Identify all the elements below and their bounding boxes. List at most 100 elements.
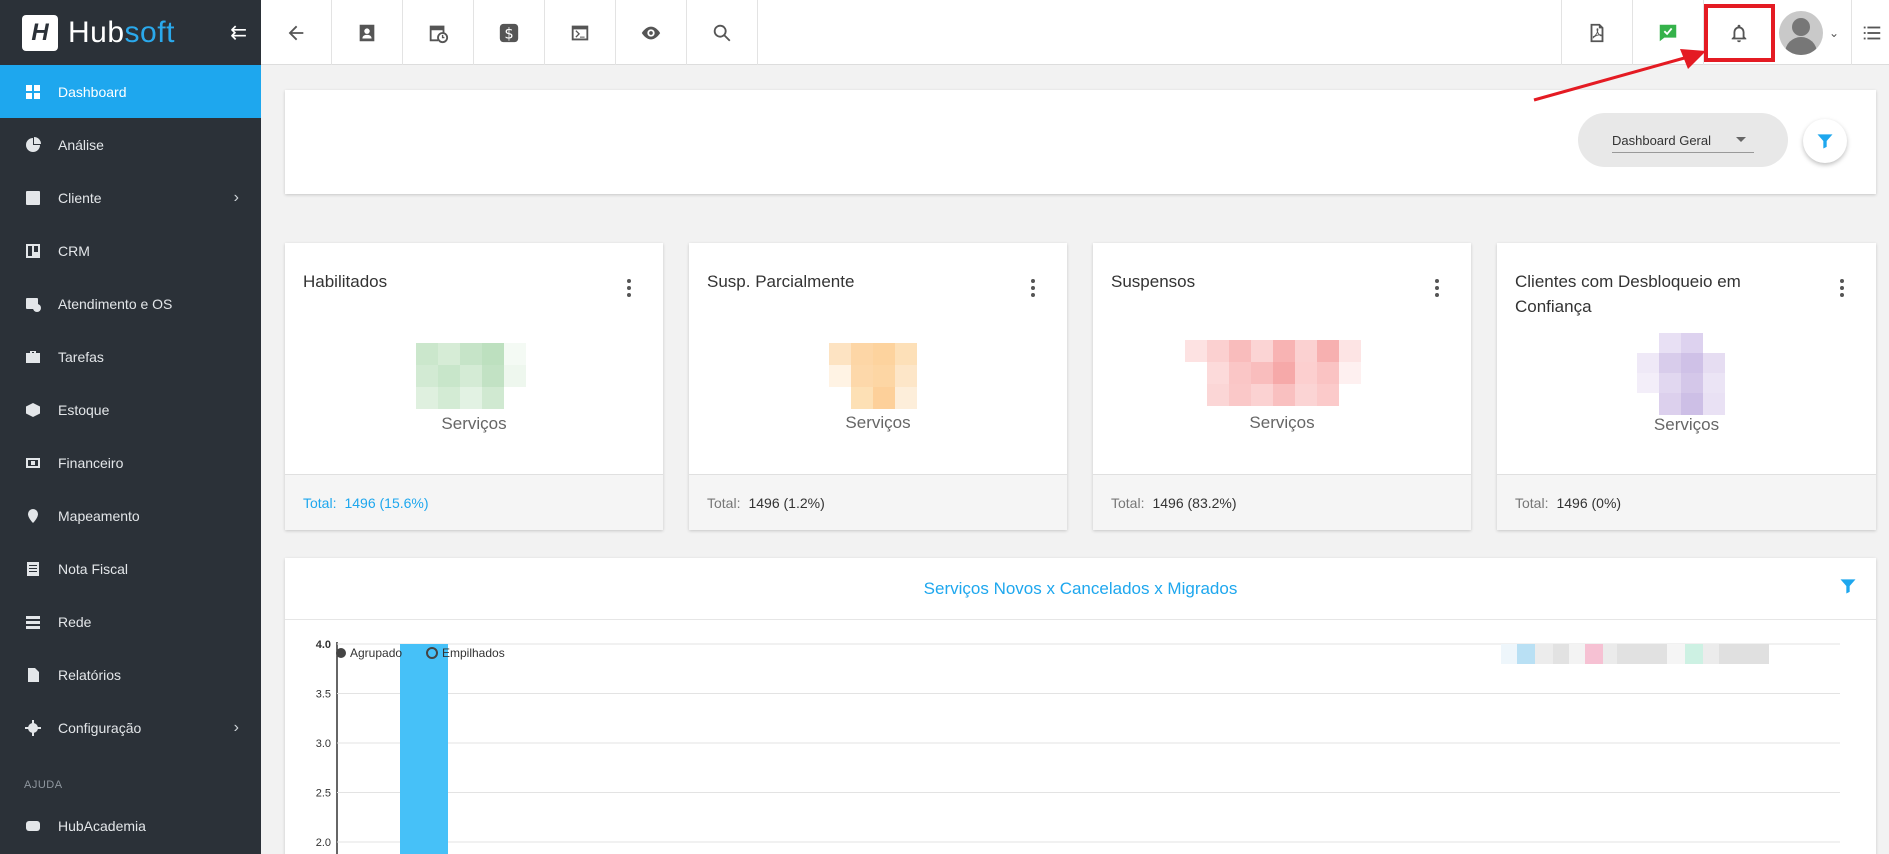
y-tick-label: 3.0	[316, 738, 331, 750]
eye-icon	[641, 26, 661, 39]
chart-filter-button[interactable]	[1838, 576, 1858, 601]
hubsoft-logo-icon[interactable]: H	[22, 14, 58, 51]
dashboard-icon	[24, 83, 42, 101]
sidebar-item-atendimento[interactable]: Atendimento e OS	[0, 277, 261, 330]
logo-bar: H Hubsoft ⇇	[0, 0, 261, 65]
pie-chart-icon	[24, 136, 42, 154]
filter-button[interactable]	[1803, 119, 1847, 163]
more-vert-icon[interactable]	[1840, 279, 1844, 297]
sidebar-item-configuracao[interactable]: Configuração ›	[0, 701, 261, 754]
dashboard-select-value: Dashboard Geral	[1612, 132, 1711, 148]
user-menu[interactable]: ⌄	[1779, 5, 1849, 60]
toggle-grouped-label: Agrupado	[350, 646, 402, 660]
y-tick-label: 2.5	[316, 788, 331, 800]
chart-panel: Serviços Novos x Cancelados x Migrados 4…	[285, 558, 1876, 854]
radio-grouped-icon[interactable]	[336, 648, 346, 658]
brand-name: Hubsoft	[68, 16, 175, 50]
annotation-highlight-box	[1704, 4, 1775, 62]
sidebar-item-label: Tarefas	[58, 348, 104, 365]
caret-down-icon	[1736, 137, 1746, 142]
sidebar-item-estoque[interactable]: Estoque	[0, 383, 261, 436]
sidebar-item-label: Mapeamento	[58, 507, 140, 524]
blurred-count-image	[1637, 333, 1725, 415]
card-footer: Total: 1496 (83.2%)	[1093, 474, 1471, 530]
sidebar-item-label: Dashboard	[58, 83, 127, 100]
card-title: Clientes com Desbloqueio em Confiança	[1515, 272, 1741, 316]
svg-text:$: $	[504, 25, 513, 42]
dollar-icon: $	[499, 23, 519, 42]
sidebar-item-financeiro[interactable]: Financeiro	[0, 436, 261, 489]
card-footer: Total: 1496 (0%)	[1497, 474, 1876, 530]
sidebar-item-rede[interactable]: Rede	[0, 595, 261, 648]
card-footer: Total: 1496 (15.6%)	[285, 474, 663, 530]
sidebar-item-label: Relatórios	[58, 666, 122, 683]
chevron-down-icon: ⌄	[1829, 25, 1840, 40]
card-subtitle: Serviços	[1653, 415, 1720, 434]
y-tick-label: 3.5	[316, 689, 331, 701]
sidebar-item-analise[interactable]: Análise	[0, 118, 261, 171]
blurred-count-image	[829, 343, 917, 409]
search-button[interactable]	[687, 0, 758, 65]
menu-list-button[interactable]	[1851, 0, 1889, 65]
sidebar-item-dashboard[interactable]: Dashboard	[0, 65, 261, 118]
view-button[interactable]	[616, 0, 687, 65]
chevron-right-icon: ›	[233, 188, 239, 206]
chevron-right-icon: ›	[233, 718, 239, 736]
chart-title: Serviços Novos x Cancelados x Migrados	[923, 578, 1238, 598]
status-card-habilitados: Habilitados Serviços Total: 1496 (15.6%)	[285, 243, 663, 530]
annotation-arrow	[1533, 49, 1706, 102]
terminal-button[interactable]	[545, 0, 616, 65]
status-card-susp-parcialmente: Susp. Parcialmente Serviços Total: 1496 …	[689, 243, 1067, 530]
server-icon	[24, 613, 42, 631]
finance-button[interactable]: $	[474, 0, 545, 65]
more-vert-icon[interactable]	[627, 279, 631, 297]
sidebar-item-label: Nota Fiscal	[58, 560, 129, 577]
more-vert-icon[interactable]	[1031, 279, 1035, 297]
total-value: 1496 (83.2%)	[1152, 494, 1237, 511]
filter-icon	[1840, 579, 1856, 594]
sidebar-item-label: HubAcademia	[58, 817, 146, 834]
blurred-legend	[1501, 644, 1769, 664]
back-button[interactable]	[261, 0, 332, 65]
sidebar-item-label: Configuração	[58, 719, 142, 736]
sidebar-item-cliente[interactable]: Cliente ›	[0, 171, 261, 224]
receipt-icon	[24, 560, 42, 578]
sidebar-item-tarefas[interactable]: Tarefas	[0, 330, 261, 383]
status-card-desbloqueio-confianca: Clientes com Desbloqueio em Confiança Se…	[1497, 243, 1876, 530]
select-underline	[1612, 152, 1754, 153]
total-label: Total:	[303, 494, 337, 511]
file-icon	[24, 666, 42, 684]
card-title: Suspensos	[1111, 272, 1196, 291]
blurred-count-image	[416, 343, 526, 409]
filter-icon	[1817, 134, 1833, 149]
schedule-button[interactable]	[403, 0, 474, 65]
dashboard-select[interactable]: Dashboard Geral	[1578, 113, 1788, 167]
sidebar-item-mapeamento[interactable]: Mapeamento	[0, 489, 261, 542]
collapse-sidebar-icon[interactable]: ⇇	[230, 20, 247, 45]
sidebar-item-label: Análise	[58, 136, 104, 153]
sidebar-section-help: AJUDA	[24, 779, 63, 791]
sidebar-item-label: CRM	[58, 242, 90, 259]
sidebar-item-hubacademia[interactable]: HubAcademia	[0, 799, 261, 852]
sidebar-item-nota-fiscal[interactable]: Nota Fiscal	[0, 542, 261, 595]
pdf-file-icon	[1590, 23, 1604, 42]
money-icon	[24, 454, 42, 472]
briefcase-icon	[24, 348, 42, 366]
sidebar-item-crm[interactable]: CRM	[0, 224, 261, 277]
card-subtitle: Serviços	[441, 414, 507, 433]
map-pin-icon	[24, 507, 42, 525]
clients-button[interactable]	[332, 0, 403, 65]
y-tick-label: 2.0	[316, 837, 331, 849]
sidebar: H Hubsoft ⇇ Dashboard Análise Cliente › …	[0, 0, 261, 854]
toggle-stacked-label: Empilhados	[442, 646, 505, 660]
bar[interactable]	[400, 644, 448, 854]
total-label: Total:	[1111, 494, 1145, 511]
card-title: Susp. Parcialmente	[707, 272, 855, 291]
more-vert-icon[interactable]	[1435, 279, 1439, 297]
total-value: 1496 (1.2%)	[748, 494, 825, 511]
total-label: Total:	[707, 494, 741, 511]
sidebar-item-label: Financeiro	[58, 454, 124, 471]
card-footer: Total: 1496 (1.2%)	[689, 474, 1067, 530]
gear-icon	[24, 719, 42, 737]
sidebar-item-relatorios[interactable]: Relatórios	[0, 648, 261, 701]
